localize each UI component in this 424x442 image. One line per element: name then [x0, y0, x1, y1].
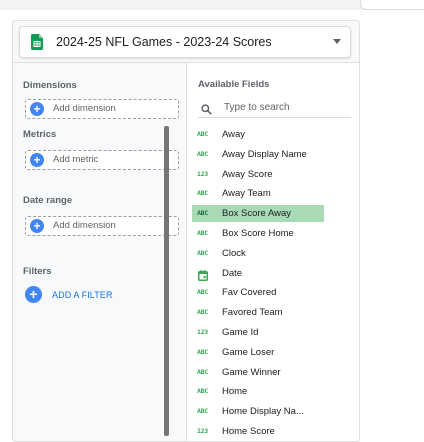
- field-list: ABC Away ABC Away Display Name 123 Away Score…: [187, 126, 352, 441]
- add-dimension-button[interactable]: + Add dimension: [25, 99, 179, 119]
- field-item[interactable]: ABC Home: [192, 383, 324, 400]
- number-type-icon: 123: [197, 169, 208, 178]
- field-item[interactable]: ABC Clock: [192, 245, 324, 262]
- field-name: Home Display Na...: [222, 406, 304, 418]
- text-type-icon: ABC: [197, 149, 208, 158]
- field-name: Away: [222, 129, 246, 140]
- field-item[interactable]: ABC Box Score Away: [192, 205, 324, 223]
- field-item[interactable]: 123 Away Score: [192, 166, 324, 183]
- toolbar-corner: [360, 0, 424, 10]
- field-item[interactable]: Date: [192, 265, 324, 282]
- field-item[interactable]: ABC Game Loser: [192, 344, 324, 361]
- text-type-icon: ABC: [197, 229, 208, 237]
- calendar-icon: [198, 268, 208, 286]
- add-metric-label: Add metric: [53, 154, 99, 165]
- add-dimension-label: Add dimension: [53, 103, 116, 114]
- text-type-icon: ABC: [197, 130, 208, 138]
- field-name: Box Score Away: [222, 208, 292, 220]
- field-item[interactable]: ABC Favored Team: [192, 304, 324, 321]
- text-type-icon: ABC: [197, 347, 208, 356]
- text-type-icon: ABC: [197, 407, 208, 416]
- plus-icon: +: [25, 286, 42, 303]
- field-search: [198, 98, 351, 118]
- field-name: Date: [222, 267, 243, 279]
- data-source-selector[interactable]: 2024-25 NFL Games - 2023-24 Scores: [19, 26, 351, 58]
- top-toolbar-strip: [0, 0, 424, 10]
- field-name: Favored Team: [222, 307, 283, 319]
- field-name: Home: [222, 386, 248, 398]
- chevron-down-icon[interactable]: [333, 39, 341, 44]
- text-type-icon: ABC: [197, 189, 208, 198]
- number-type-icon: 123: [197, 328, 208, 336]
- available-fields-label: Available Fields: [198, 79, 270, 90]
- field-item[interactable]: ABC Box Score Home: [192, 225, 324, 242]
- dimensions-label: Dimensions: [23, 80, 77, 91]
- filters-label: Filters: [23, 266, 52, 277]
- field-name: Box Score Home: [222, 228, 294, 239]
- google-sheets-icon: [31, 34, 43, 55]
- field-item[interactable]: ABC Away: [192, 126, 324, 143]
- field-name: Clock: [222, 247, 246, 259]
- field-item[interactable]: ABC Game Winner: [192, 364, 324, 381]
- field-name: Away Display Name: [222, 148, 307, 160]
- number-type-icon: 123: [197, 427, 208, 435]
- field-item[interactable]: ABC Fav Covered: [192, 284, 324, 301]
- text-type-icon: ABC: [197, 248, 208, 257]
- field-search-input[interactable]: [224, 98, 349, 116]
- search-icon: [201, 102, 212, 120]
- setup-column: Dimensions + Add dimension Metrics + Add…: [13, 63, 186, 441]
- field-item[interactable]: ABC Away Display Name: [192, 146, 324, 163]
- add-date-range-dimension-button[interactable]: + Add dimension: [25, 216, 179, 236]
- text-type-icon: ABC: [197, 367, 208, 376]
- date-range-label: Date range: [23, 195, 73, 206]
- plus-icon: +: [30, 153, 44, 167]
- field-name: Game Id: [222, 327, 259, 338]
- text-type-icon: ABC: [197, 288, 208, 297]
- field-item[interactable]: ABC Away Team: [192, 185, 324, 202]
- field-name: Away Score: [222, 168, 273, 180]
- field-item[interactable]: ABC Home Display Na...: [192, 403, 324, 420]
- field-list-scrollbar[interactable]: [164, 126, 169, 436]
- data-source-name: 2024-25 NFL Games - 2023-24 Scores: [56, 35, 272, 49]
- add-filter-label: ADD A FILTER: [52, 290, 113, 300]
- available-fields-column: Available Fields ABC Away ABC Away Display …: [187, 63, 359, 441]
- add-date-range-dimension-label: Add dimension: [53, 220, 116, 231]
- metrics-label: Metrics: [23, 129, 57, 140]
- add-metric-button[interactable]: + Add metric: [25, 150, 179, 170]
- field-name: Away Team: [222, 188, 271, 200]
- plus-icon: +: [30, 102, 44, 116]
- text-type-icon: ABC: [197, 387, 208, 396]
- field-name: Game Loser: [222, 346, 275, 358]
- data-panel: 2024-25 NFL Games - 2023-24 Scores Dimen…: [12, 20, 360, 442]
- field-name: Fav Covered: [222, 287, 277, 299]
- plus-icon: +: [30, 219, 44, 233]
- field-name: Home Score: [222, 426, 275, 437]
- text-type-icon: ABC: [197, 209, 208, 218]
- field-name: Game Winner: [222, 366, 281, 378]
- field-item[interactable]: 123 Home Score: [192, 423, 324, 440]
- text-type-icon: ABC: [197, 308, 208, 317]
- field-item[interactable]: 123 Game Id: [192, 324, 324, 341]
